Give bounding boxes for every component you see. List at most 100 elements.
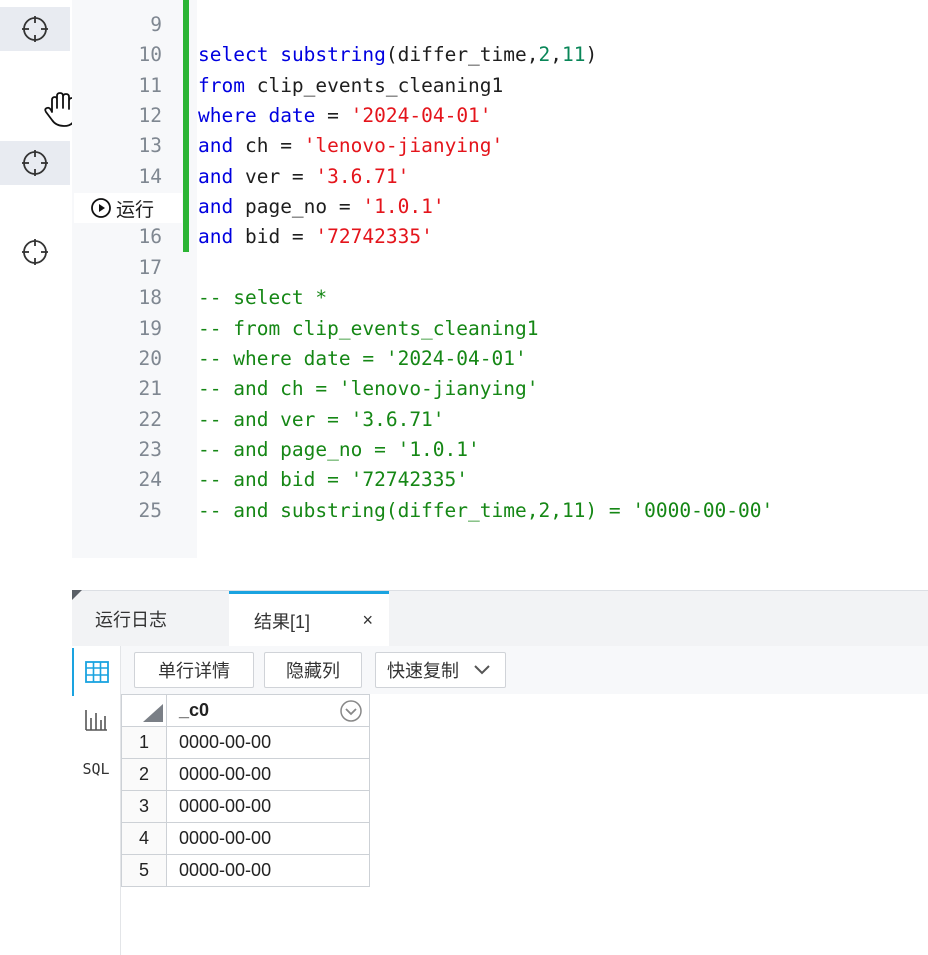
code-token: select: [198, 43, 269, 67]
sql-view-button[interactable]: SQL: [72, 745, 120, 793]
result-view-switcher: SQL: [72, 646, 121, 955]
code-token: ch =: [233, 134, 304, 158]
code-token: from: [198, 73, 245, 97]
run-button[interactable]: 运行: [74, 193, 182, 223]
table-cell[interactable]: 0000-00-00: [166, 758, 370, 791]
code-line[interactable]: 23 -- and page_no = '1.0.1': [0, 435, 928, 465]
code-line[interactable]: 25 -- and substring(differ_time,2,11) = '…: [0, 496, 928, 526]
result-table: _c0 1 0000-00-00 2 0000-00-00 3 0000-00-00 4 00…: [121, 694, 370, 887]
line-number: 13: [138, 134, 162, 158]
code-text: and bid = '72742335': [198, 222, 433, 252]
code-text: -- select *: [198, 283, 327, 313]
code-token: clip_events_cleaning1: [244, 73, 504, 97]
hide-column-button[interactable]: 隐藏列: [264, 652, 362, 688]
run-button-label: 运行: [116, 199, 155, 221]
row-number: 2: [121, 758, 167, 791]
line-number: 9: [150, 13, 162, 36]
code-text: and page_no = '1.0.1': [198, 192, 445, 222]
code-token: '72742335': [315, 225, 433, 249]
row-number: 3: [121, 790, 167, 823]
code-token: -- select *: [198, 286, 328, 310]
code-line[interactable]: 17: [0, 253, 928, 283]
code-text: -- where date = '2024-04-01': [198, 344, 527, 374]
table-row[interactable]: 1 0000-00-00: [121, 726, 370, 759]
code-token: -- and ver = '3.6.71': [198, 407, 445, 431]
column-header[interactable]: _c0: [166, 694, 370, 727]
table-cell[interactable]: 0000-00-00: [166, 790, 370, 823]
code-line[interactable]: 12 where date = '2024-04-01': [0, 101, 928, 131]
tab-run-log[interactable]: 运行日志: [72, 591, 228, 647]
close-icon[interactable]: ×: [362, 610, 373, 631]
table-cell[interactable]: 0000-00-00: [166, 726, 370, 759]
play-circle-icon: [91, 198, 111, 218]
line-number: 18: [138, 286, 162, 310]
table-row[interactable]: 4 0000-00-00: [121, 822, 370, 855]
code-line[interactable]: 20 -- where date = '2024-04-01': [0, 344, 928, 374]
code-token: '3.6.71': [315, 164, 410, 188]
code-line[interactable]: 22 -- and ver = '3.6.71': [0, 405, 928, 435]
row-detail-button[interactable]: 单行详情: [134, 652, 254, 688]
code-token: (differ_time,: [385, 43, 539, 67]
code-line[interactable]: 13 and ch = 'lenovo-jianying': [0, 131, 928, 161]
table-row[interactable]: 3 0000-00-00: [121, 790, 370, 823]
code-line[interactable]: 9: [0, 10, 928, 40]
code-token: ver =: [233, 164, 316, 188]
tab-run-log-label: 运行日志: [95, 610, 167, 630]
code-token: date: [268, 104, 316, 128]
column-menu-icon[interactable]: [339, 699, 363, 723]
row-number: 5: [121, 854, 167, 887]
code-token: substring: [280, 43, 386, 67]
code-text: from clip_events_cleaning1: [198, 71, 503, 101]
code-line[interactable]: 16 and bid = '72742335': [0, 222, 928, 252]
sql-view-label: SQL: [82, 760, 110, 778]
splitter[interactable]: [72, 558, 928, 590]
chart-view-icon[interactable]: [72, 696, 120, 744]
quick-copy-label: 快速复制: [387, 661, 459, 681]
line-number: 23: [138, 437, 162, 461]
code-line[interactable]: 19 -- from clip_events_cleaning1: [0, 314, 928, 344]
hide-column-label: 隐藏列: [286, 661, 340, 681]
table-cell[interactable]: 0000-00-00: [166, 822, 370, 855]
code-token: where: [198, 104, 257, 128]
quick-copy-dropdown[interactable]: 快速复制: [375, 652, 506, 688]
code-token: -- and substring(differ_time,2,11) = '00…: [198, 498, 774, 522]
result-toolbar: 单行详情 隐藏列 快速复制: [121, 646, 928, 694]
table-cell[interactable]: 0000-00-00: [166, 854, 370, 887]
code-token: '2024-04-01': [350, 104, 492, 128]
tab-result-label: 结果[1]: [254, 611, 311, 632]
line-number: 22: [138, 407, 162, 431]
code-token: ): [585, 43, 598, 67]
table-row[interactable]: 5 0000-00-00: [121, 854, 370, 887]
row-number: 4: [121, 822, 167, 855]
code-text: and ver = '3.6.71': [198, 162, 409, 192]
code-line[interactable]: 10 select substring(differ_time,2,11): [0, 40, 928, 70]
line-number: 11: [138, 73, 162, 97]
line-number: 12: [138, 104, 162, 128]
code-token: 11: [562, 43, 586, 67]
code-token: '1.0.1': [362, 195, 445, 219]
line-number: 20: [138, 346, 162, 370]
line-number: 17: [138, 255, 162, 279]
table-view-icon[interactable]: [72, 648, 120, 696]
panel-corner-marker: [72, 590, 82, 600]
code-line[interactable]: 18 -- select *: [0, 283, 928, 313]
code-line[interactable]: 24 -- and bid = '72742335': [0, 465, 928, 495]
code-token: and: [198, 195, 234, 219]
code-token: 'lenovo-jianying': [303, 134, 504, 158]
row-detail-label: 单行详情: [158, 661, 230, 681]
table-row[interactable]: 2 0000-00-00: [121, 758, 370, 791]
code-text: where date = '2024-04-01': [198, 101, 492, 131]
select-all-corner[interactable]: [121, 694, 167, 727]
code-token: =: [315, 104, 351, 128]
code-line[interactable]: 11 from clip_events_cleaning1: [0, 71, 928, 101]
code-line[interactable]: 21 -- and ch = 'lenovo-jianying': [0, 374, 928, 404]
code-line[interactable]: 14 and ver = '3.6.71': [0, 162, 928, 192]
code-token: page_no =: [233, 195, 363, 219]
line-number: 21: [138, 377, 162, 401]
code-token: and: [198, 225, 234, 249]
code-token: -- from clip_events_cleaning1: [198, 316, 539, 340]
tab-result[interactable]: 结果[1] ×: [229, 591, 389, 647]
code-text: -- and substring(differ_time,2,11) = '00…: [198, 496, 773, 526]
